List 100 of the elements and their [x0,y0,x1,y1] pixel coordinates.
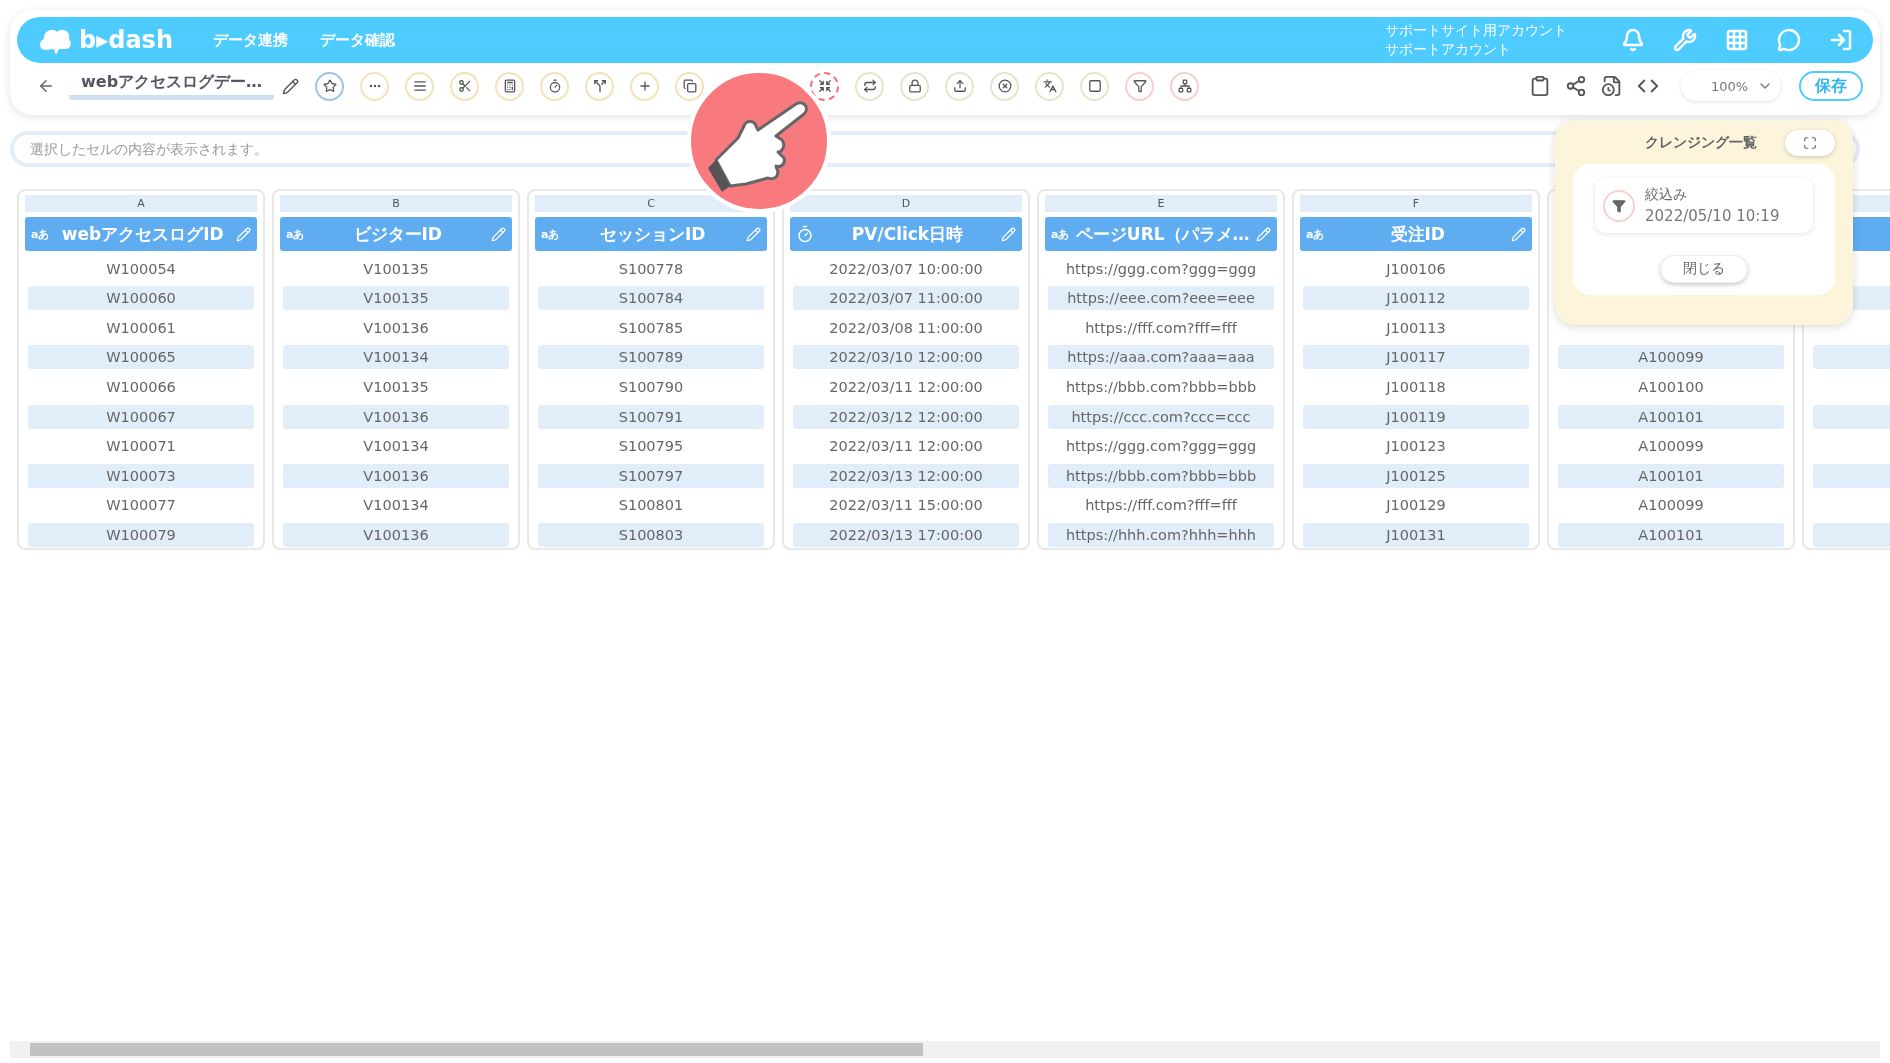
table-cell[interactable]: W100077 [28,493,254,518]
table-cell[interactable]: J100119 [1303,404,1529,429]
table-cell[interactable]: https://aaa.com?aaa=aaa [1048,345,1274,370]
table-cell[interactable]: https://ggg.com?ggg=ggg [1048,256,1274,281]
table-cell[interactable]: 2022/03/13 17:00:00 [793,522,1019,547]
table-cell[interactable]: https://hhh.com?hhh=hhh [1048,522,1274,547]
translate-tool-button[interactable] [1035,71,1065,101]
table-cell[interactable]: J100113 [1303,315,1529,340]
table-cell[interactable]: S100778 [538,256,764,281]
table-cell[interactable]: J100125 [1303,463,1529,488]
tree-tool-button[interactable] [1170,71,1200,101]
table-cell[interactable]: 2022/03/11 12:00:00 [793,374,1019,399]
table-cell[interactable]: 2022/03/07 11:00:00 [793,286,1019,311]
split-tool-button[interactable] [585,71,615,101]
table-cell[interactable]: W100071 [28,434,254,459]
table-cell[interactable]: S100803 [538,522,764,547]
share-icon[interactable] [1565,75,1587,97]
table-cell[interactable]: W100079 [28,522,254,547]
table-cell[interactable]: 2022/03/07 10:00:00 [793,256,1019,281]
table-cell[interactable]: J100123 [1303,434,1529,459]
refresh-icon[interactable] [1601,75,1623,97]
table-cell[interactable]: V100136 [283,463,509,488]
back-icon[interactable] [37,77,55,95]
repeat-tool-button[interactable] [855,71,885,101]
cancel-tool-button[interactable] [990,71,1020,101]
scrollbar-thumb[interactable] [30,1043,923,1056]
table-cell[interactable]: https://ggg.com?ggg=ggg [1048,434,1274,459]
table-cell[interactable]: A100099 [1558,345,1784,370]
table-cell[interactable]: S100801 [538,493,764,518]
table-cell[interactable]: W100060 [28,286,254,311]
table-cell[interactable]: A100101 [1558,522,1784,547]
filter-icon [1132,79,1147,93]
table-cell[interactable]: 2022/03/13 12:00:00 [793,463,1019,488]
table-cell[interactable]: V100136 [283,315,509,340]
table-cell[interactable]: A100100 [1558,374,1784,399]
table-cell[interactable]: https://bbb.com?bbb=bbb [1048,463,1274,488]
table-cell[interactable]: A100101 [1558,404,1784,429]
table-cell[interactable]: A100101 [1558,463,1784,488]
table-cell[interactable]: 2022/03/11 12:00:00 [793,434,1019,459]
table-cell[interactable]: https://fff.com?fff=fff [1048,493,1274,518]
table-cell[interactable]: V100135 [283,256,509,281]
dots-tool-button[interactable] [360,71,390,101]
table-cell[interactable]: V100134 [283,345,509,370]
close-button[interactable]: 閉じる [1660,255,1748,283]
table-cell[interactable]: S100789 [538,345,764,370]
header-label: PV/Click日時 [850,222,965,246]
table-cell[interactable]: V100135 [283,374,509,399]
table-cell[interactable]: A100099 [1558,434,1784,459]
table-cell[interactable]: V100134 [283,493,509,518]
upload-icon [952,79,967,93]
table-cell[interactable]: V100135 [283,286,509,311]
timer-tool-button[interactable] [540,71,570,101]
table-cell[interactable]: V100136 [283,522,509,547]
clipboard-icon[interactable] [1529,75,1551,97]
table-cell[interactable]: https://fff.com?fff=fff [1048,315,1274,340]
account-name: サポートサイト用アカウント サポートアカウント [1385,21,1567,59]
table-cell[interactable]: 2022/03/08 11:00:00 [793,315,1019,340]
table-cell[interactable]: W100066 [28,374,254,399]
horizontal-scrollbar[interactable] [10,1041,1880,1058]
cleansing-item[interactable]: 絞込み 2022/05/10 10:19 [1595,178,1813,233]
table-cell[interactable]: 2022/03/10 12:00:00 [793,345,1019,370]
expand-icon [1803,136,1817,150]
table-cell[interactable]: S100791 [538,404,764,429]
table-cell[interactable]: J100131 [1303,522,1529,547]
table-cell[interactable]: V100134 [283,434,509,459]
table-cell[interactable]: https://ccc.com?ccc=ccc [1048,404,1274,429]
table-cell[interactable]: J100106 [1303,256,1529,281]
table-cell[interactable]: 2022/03/12 12:00:00 [793,404,1019,429]
zero-tool-button[interactable] [1080,71,1110,101]
lines-tool-button[interactable] [405,71,435,101]
table-cell[interactable]: A100099 [1558,493,1784,518]
star-tool-button[interactable] [315,71,345,101]
table-cell[interactable]: https://eee.com?eee=eee [1048,286,1274,311]
table-cell[interactable]: W100054 [28,256,254,281]
table-cell[interactable]: J100118 [1303,374,1529,399]
table-cell[interactable]: S100785 [538,315,764,340]
zoom-select[interactable]: 100% [1681,71,1781,101]
table-cell[interactable]: S100790 [538,374,764,399]
table-cell[interactable]: W100067 [28,404,254,429]
table-cell[interactable]: V100136 [283,404,509,429]
upload-tool-button[interactable] [945,71,975,101]
copy-tool-button[interactable] [675,71,705,101]
filter-tool-button[interactable] [1125,71,1155,101]
table-cell[interactable]: J100129 [1303,493,1529,518]
column-letter: E [1045,195,1277,212]
calc-tool-button[interactable] [495,71,525,101]
table-cell[interactable]: https://bbb.com?bbb=bbb [1048,374,1274,399]
scissors-tool-button[interactable] [450,71,480,101]
table-cell[interactable]: W100073 [28,463,254,488]
lock-tool-button[interactable] [900,71,930,101]
pencil-icon[interactable] [282,77,300,95]
plus-tool-button[interactable] [630,71,660,101]
table-cell[interactable]: 2022/03/11 15:00:00 [793,493,1019,518]
table-cell[interactable]: S100784 [538,286,764,311]
table-cell[interactable]: J100117 [1303,345,1529,370]
table-cell[interactable]: S100797 [538,463,764,488]
table-cell[interactable]: J100112 [1303,286,1529,311]
table-cell[interactable]: S100795 [538,434,764,459]
table-cell[interactable]: W100061 [28,315,254,340]
table-cell[interactable]: W100065 [28,345,254,370]
